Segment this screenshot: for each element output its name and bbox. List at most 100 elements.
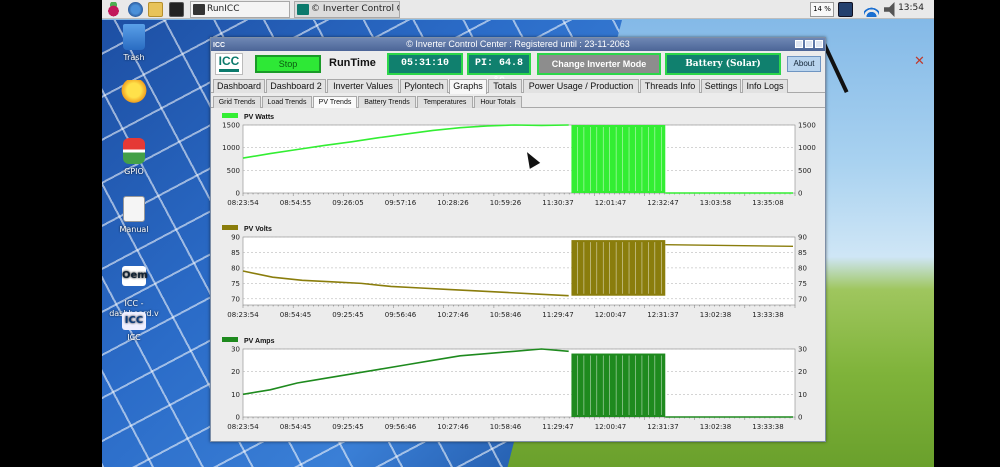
chart-legend: PV Amps [222, 337, 274, 345]
runtime-value: 05:31:10 [387, 53, 463, 75]
close-button[interactable] [815, 40, 823, 48]
subtab-hour-totals[interactable]: Hour Totals [474, 96, 522, 108]
desktop-icon-icc[interactable]: ICC ICC [102, 312, 166, 342]
browser-icon[interactable] [128, 2, 143, 17]
x-tick-label: 13:03:58 [700, 199, 731, 207]
y-tick-label-left: 80 [231, 264, 240, 272]
subtab-pv-trends[interactable]: PV Trends [313, 96, 357, 108]
y-tick-label-left: 30 [231, 346, 240, 354]
oem-logo-icon: Oem [122, 266, 148, 286]
x-tick-label: 09:57:16 [385, 199, 417, 207]
legend-swatch [222, 113, 238, 118]
book-icon [123, 196, 145, 222]
y-tick-label-right: 0 [798, 190, 802, 198]
trash-icon [123, 24, 145, 50]
volume-icon[interactable] [884, 2, 895, 17]
series-dense-band [571, 353, 666, 417]
y-tick-label-right: 0 [798, 414, 802, 422]
plot-area [242, 236, 796, 306]
tab-dashboard-2[interactable]: Dashboard 2 [266, 79, 326, 93]
desktop-icon-label: Trash [123, 53, 145, 62]
maximize-button[interactable] [805, 40, 813, 48]
desktop: RunICC © Inverter Control Ce... 14 % 13:… [102, 0, 934, 467]
desktop-icon-trash[interactable]: Trash [102, 24, 166, 62]
x-tick-label: 08:23:54 [227, 311, 259, 319]
tab-info-logs[interactable]: Info Logs [742, 79, 788, 93]
icc-window: ICC © Inverter Control Center : Register… [210, 37, 826, 442]
graph-subtabs: Grid Trends Load Trends PV Trends Batter… [211, 95, 825, 108]
y-tick-label-right: 30 [798, 346, 807, 354]
x-tick-label: 12:00:47 [595, 311, 626, 319]
wifi-icon[interactable] [864, 2, 879, 17]
window-titlebar[interactable]: ICC © Inverter Control Center : Register… [211, 38, 825, 51]
x-tick-label: 12:00:47 [595, 423, 626, 431]
desktop-icon-gpio[interactable]: GPIO [102, 138, 166, 176]
series-dense-band [571, 240, 666, 296]
subtab-grid-trends[interactable]: Grid Trends [213, 96, 261, 108]
plot-area [242, 348, 796, 418]
task-inverter-control-center[interactable]: © Inverter Control Ce... [294, 1, 400, 18]
pv-watts-plot: 0 0 500 500 1000 1000 1500 1500 08:23:54 08:54:55… [222, 122, 816, 208]
subtab-load-trends[interactable]: Load Trends [262, 96, 312, 108]
desktop-icon-label: GPIO [124, 167, 144, 176]
x-tick-label: 11:30:37 [542, 199, 573, 207]
tab-threads-info[interactable]: Threads Info [640, 79, 700, 93]
x-tick-label: 10:28:26 [437, 199, 469, 207]
x-tick-label: 12:01:47 [595, 199, 626, 207]
control-bar: ICC Stop RunTime 05:31:10 PI: 64.8 °C Ch… [211, 51, 825, 87]
subtab-temperatures[interactable]: Temperatures [417, 96, 473, 108]
x-tick-label: 08:54:45 [280, 311, 311, 319]
x-tick-label: 10:27:46 [437, 311, 469, 319]
pv-volts-chart: PV Volts 70 70 75 75 80 80 85 85 90 90 08:23:54 08:… [213, 223, 825, 333]
main-tabs: Dashboard Dashboard 2 Inverter Values Py… [211, 78, 825, 94]
toggle-switch-icon [123, 138, 145, 164]
desktop-icon-manual[interactable]: Manual [102, 196, 166, 234]
about-button[interactable]: About [787, 56, 821, 72]
x-tick-label: 12:31:37 [647, 311, 678, 319]
x-tick-label: 12:32:47 [647, 199, 678, 207]
desktop-icon-icc-dashboard[interactable]: Oem ICC - dashboard.v [102, 256, 166, 319]
battery-indicator[interactable]: 14 % [810, 2, 834, 17]
y-tick-label-left: 75 [231, 280, 240, 288]
desktop-icon-lightbulb[interactable] [102, 80, 166, 109]
x-tick-label: 10:59:26 [490, 199, 522, 207]
tab-dashboard[interactable]: Dashboard [213, 79, 265, 93]
y-tick-label-left: 0 [236, 414, 240, 422]
chart-title: PV Volts [244, 226, 272, 233]
task-label: RunICC [207, 4, 240, 14]
tab-settings[interactable]: Settings [701, 79, 741, 93]
clock: 13:54 [898, 3, 924, 13]
change-inverter-mode-button[interactable]: Change Inverter Mode [537, 53, 661, 75]
y-tick-label-right: 80 [798, 264, 807, 272]
terminal-icon[interactable] [169, 2, 184, 17]
pi-temperature: PI: 64.8 °C [467, 53, 531, 87]
chart-legend: PV Volts [222, 225, 272, 233]
icc-icon [297, 4, 309, 15]
tab-graphs[interactable]: Graphs [449, 79, 487, 94]
task-runicc[interactable]: RunICC [190, 1, 290, 18]
y-tick-label-left: 85 [231, 249, 240, 257]
legend-swatch [222, 225, 238, 230]
x-tick-label: 09:56:46 [385, 423, 417, 431]
tab-power-usage-production[interactable]: Power Usage / Production [523, 79, 639, 93]
tab-totals[interactable]: Totals [488, 79, 522, 93]
desktop-icon-label: ICC [127, 333, 141, 342]
subtab-battery-trends[interactable]: Battery Trends [358, 96, 416, 108]
x-tick-label: 13:33:38 [752, 423, 783, 431]
chart-title: PV Amps [244, 338, 275, 345]
stop-button[interactable]: Stop [255, 55, 321, 73]
file-manager-icon[interactable] [148, 2, 163, 17]
vnc-icon[interactable] [838, 2, 853, 17]
raspberry-menu-icon[interactable] [106, 2, 121, 17]
minimize-button[interactable] [795, 40, 803, 48]
x-tick-label: 13:35:08 [752, 199, 783, 207]
y-tick-label-right: 1500 [798, 122, 816, 130]
battery-mode-indicator: Battery (Solar) [665, 53, 781, 75]
chart-title: PV Watts [244, 114, 275, 121]
x-tick-label: 10:58:46 [490, 311, 522, 319]
y-tick-label-right: 20 [798, 368, 807, 376]
plot-area [242, 124, 796, 194]
tab-inverter-values[interactable]: Inverter Values [327, 79, 399, 93]
tab-pylontech[interactable]: Pylontech [400, 79, 448, 93]
y-tick-label-left: 1500 [222, 122, 240, 130]
